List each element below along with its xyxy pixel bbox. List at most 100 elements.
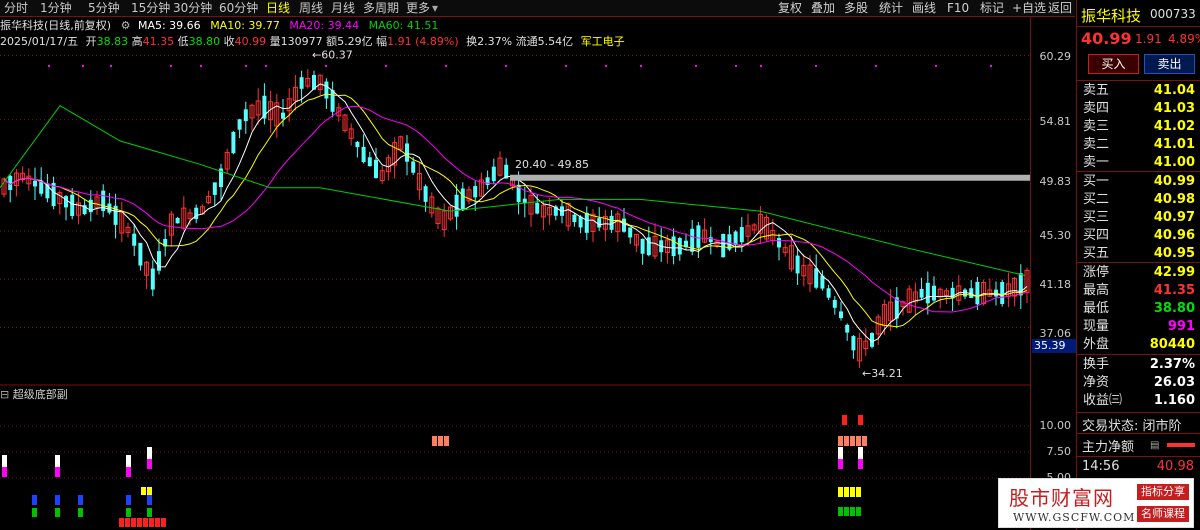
signal-bar	[844, 436, 849, 446]
ask-row: 卖四 41.03	[1083, 100, 1195, 118]
marker-dot	[815, 65, 817, 67]
last-price: 40.99	[1081, 29, 1132, 48]
signal-bar	[147, 495, 152, 505]
main-net-label: 主力净额	[1082, 440, 1135, 455]
pct-change: 4.89%	[1168, 32, 1200, 46]
ma20-line	[3, 105, 1028, 313]
signal-bar	[147, 508, 152, 517]
candle-body	[39, 180, 44, 194]
marker-dot	[170, 65, 172, 67]
row-value: 40.96	[1153, 228, 1195, 243]
candle-body	[851, 336, 856, 351]
main-net-bar	[1167, 443, 1195, 447]
signal-bar	[55, 495, 60, 505]
marker-dot	[325, 65, 327, 67]
sub-axis-label: 7.50	[1046, 445, 1072, 458]
sell-button[interactable]: 卖出	[1144, 54, 1195, 74]
row-value: 41.00	[1153, 155, 1195, 170]
row-label: 最高	[1083, 283, 1110, 298]
row-label: 卖三	[1083, 119, 1110, 134]
signal-bar	[55, 455, 60, 467]
candle-body	[367, 157, 372, 167]
buy-button[interactable]: 买入	[1088, 54, 1139, 74]
signal-bar	[850, 487, 855, 497]
candle-body	[33, 180, 37, 187]
signal-bar	[32, 508, 37, 517]
row-value: 80440	[1149, 337, 1195, 352]
tab-60min[interactable]: 60分钟	[219, 1, 258, 16]
tab-fenshi[interactable]: 分时	[4, 1, 28, 16]
candle-body	[423, 186, 428, 202]
row-label: 换手	[1083, 357, 1110, 372]
range-label: 20.40 - 49.85	[515, 158, 589, 171]
list-icon[interactable]: ▤	[1150, 440, 1159, 451]
candle-body	[212, 182, 217, 195]
quote-panel: 振华科技 000733 40.99 1.91 4.89% 买入 卖出 卖五 41.…	[1076, 0, 1200, 530]
marker-dot	[82, 65, 84, 67]
tab-monthly[interactable]: 月线	[331, 1, 355, 16]
f10-button[interactable]: F10	[947, 1, 969, 16]
tab-1min[interactable]: 1分钟	[40, 1, 72, 16]
row-label: 买四	[1083, 228, 1110, 243]
tab-5min[interactable]: 5分钟	[88, 1, 120, 16]
row-label: 买一	[1083, 174, 1110, 189]
stat-row: 最低 38.80	[1083, 300, 1195, 318]
signal-bar	[32, 495, 37, 505]
ask-row: 卖一 41.00	[1083, 154, 1195, 172]
row-value: 2.37%	[1149, 357, 1195, 372]
candle-body	[330, 90, 335, 112]
candle-body	[597, 218, 602, 228]
tab-15min[interactable]: 15分钟	[131, 1, 170, 16]
tab-30min[interactable]: 30分钟	[173, 1, 212, 16]
tab-daily[interactable]: 日线	[266, 1, 290, 16]
kline-chart[interactable]: ←60.37 ←34.21 20.40 - 49.85	[0, 47, 1030, 387]
signal-bar	[137, 518, 142, 527]
tab-more[interactable]: 更多	[406, 1, 430, 16]
candle-body	[739, 227, 744, 243]
more-chevron-icon[interactable]: ▾	[432, 1, 438, 16]
settings-icon[interactable]: ⚙	[121, 19, 131, 32]
tab-weekly[interactable]: 周线	[299, 1, 323, 16]
stock-code: 000733	[1150, 7, 1196, 21]
row-label: 净资	[1083, 375, 1110, 390]
candle-body	[150, 268, 155, 290]
restore-rights-button[interactable]: 复权	[778, 1, 802, 16]
tab-multi-period[interactable]: 多周期	[363, 1, 399, 16]
row-label: 现量	[1083, 319, 1110, 334]
back-button[interactable]: 返回	[1048, 1, 1072, 16]
row-label: 卖五	[1083, 83, 1110, 98]
sub-indicator-chart[interactable]	[0, 400, 1030, 530]
candle-body	[299, 77, 304, 89]
stock-name: 振华科技	[1081, 7, 1142, 25]
candle-body	[640, 238, 645, 254]
stats-button[interactable]: 统计	[879, 1, 903, 16]
candle-body	[231, 132, 236, 154]
candle-body	[925, 282, 930, 304]
signal-bar	[78, 495, 83, 505]
row-label: 卖一	[1083, 155, 1110, 170]
signal-bar	[862, 436, 867, 446]
add-watchlist-button[interactable]: +自选	[1012, 1, 1046, 16]
row-label: 收益㈢	[1083, 393, 1123, 408]
signal-bar	[856, 487, 861, 497]
mark-button[interactable]: 标记	[980, 1, 1004, 16]
draw-line-button[interactable]: 画线	[912, 1, 936, 16]
signal-bar	[844, 487, 849, 497]
candle-body	[138, 242, 143, 266]
multi-stock-button[interactable]: 多股	[844, 1, 868, 16]
tick-time: 14:56	[1082, 459, 1120, 474]
ma10-line	[3, 93, 1028, 328]
candle-body	[64, 196, 68, 208]
ma10-label: MA10: 39.77	[210, 19, 280, 32]
ask-row: 卖二 41.01	[1083, 136, 1195, 154]
candle-body	[628, 227, 633, 238]
bid-row: 买三 40.97	[1083, 209, 1195, 227]
row-label: 卖二	[1083, 137, 1110, 152]
axis-label: 49.83	[1039, 175, 1072, 188]
overlay-button[interactable]: 叠加	[811, 1, 835, 16]
row-value: 41.03	[1153, 101, 1195, 116]
ma60-line	[0, 105, 1026, 276]
candle-body	[460, 188, 465, 210]
row-label: 卖四	[1083, 101, 1110, 116]
candle-body	[175, 217, 180, 224]
